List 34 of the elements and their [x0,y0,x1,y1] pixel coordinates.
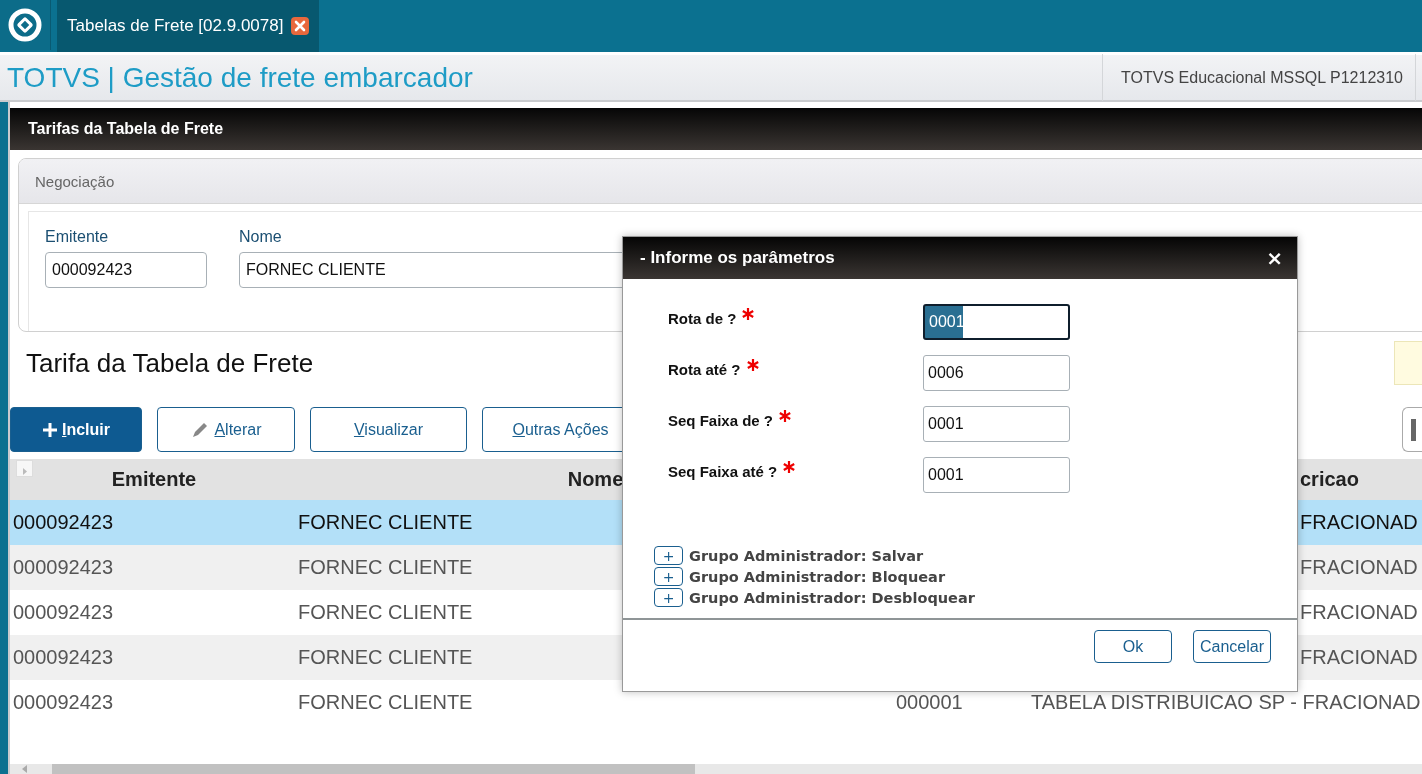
table-cell: 000092423 [13,511,114,533]
table-cell: FRACIONAD [1300,511,1418,533]
table-cell: FORNEC CLIENTE [298,556,473,578]
panel-header: Negociação [19,159,1422,204]
group-label: Grupo Administrador: Desbloquear [689,589,975,606]
table-cell: FRACIONAD [1300,646,1418,668]
table-cell: 000001 [896,691,963,713]
table-cell: FRACIONAD [1300,601,1418,623]
app-title: TOTVS | Gestão de frete embarcador [7,61,474,94]
table-cell: FORNEC CLIENTE [298,646,473,668]
group-label: Grupo Administrador: Salvar [689,547,924,564]
section-title: Tarifa da Tabela de Frete [26,347,314,379]
column-header: Emitente [111,468,197,490]
dialog-title: - Informe os parâmetros [640,248,835,268]
table-cell: 000092423 [13,691,114,713]
field-label: Nome [239,228,283,246]
table-cell: 000092423 [13,601,114,623]
field-label: Seq Faixa de ? [668,411,774,429]
table-cell: TABELA DISTRIBUICAO SP - FRACIONAD [1031,691,1421,713]
table-cell: 000092423 [13,556,114,578]
field-label: Emitente [45,228,110,246]
column-header: Nome [567,468,624,490]
table-cell: FORNEC CLIENTE [298,691,473,713]
table-cell: 000092423 [13,646,114,668]
field-label: Rota de ? [668,309,737,327]
field-label: Seq Faixa até ? [668,462,778,480]
table-cell: FORNEC CLIENTE [298,511,473,533]
column-header: cricao [1300,468,1359,490]
environment-label: TOTVS Educacional MSSQL P1212310 [1102,54,1416,101]
table-cell: FORNEC CLIENTE [298,601,473,623]
table-cell: FRACIONAD [1300,556,1418,578]
page-title-bar: Tarifas da Tabela de Frete [10,108,1422,150]
group-label: Grupo Administrador: Bloquear [689,568,946,585]
field-label: Rota até ? [668,360,741,378]
